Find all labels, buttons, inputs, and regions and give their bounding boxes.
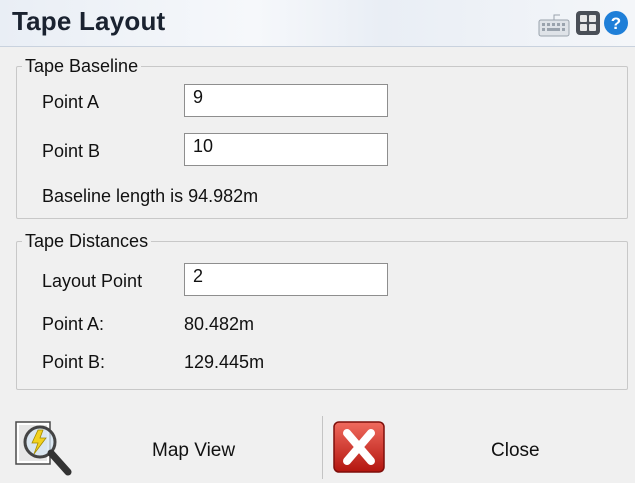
close-icon bbox=[332, 418, 386, 474]
point-a-input[interactable]: 9 bbox=[184, 84, 388, 117]
title-bar: Tape Layout ? bbox=[0, 0, 635, 47]
point-a-label: Point A bbox=[42, 92, 100, 112]
tape-baseline-label: Tape Baseline bbox=[22, 56, 142, 77]
distance-point-b-label: Point B: bbox=[42, 352, 106, 372]
layout-point-label: Layout Point bbox=[42, 271, 143, 291]
close-button[interactable]: Close bbox=[324, 410, 635, 479]
map-view-icon bbox=[14, 416, 74, 478]
distance-point-b-value: 129.445m bbox=[184, 352, 265, 372]
svg-text:?: ? bbox=[611, 14, 621, 33]
layout-point-input[interactable]: 2 bbox=[184, 263, 388, 296]
distance-point-a-value: 80.482m bbox=[184, 314, 255, 334]
map-view-label: Map View bbox=[152, 440, 236, 461]
footer-divider bbox=[322, 416, 323, 479]
tape-distances-label: Tape Distances bbox=[22, 231, 152, 252]
window-title: Tape Layout bbox=[12, 6, 166, 36]
distance-point-a-label: Point A: bbox=[42, 314, 105, 334]
point-b-input[interactable]: 10 bbox=[184, 133, 388, 166]
point-b-label: Point B bbox=[42, 141, 101, 161]
grid-icon[interactable] bbox=[575, 10, 601, 36]
close-label: Close bbox=[491, 440, 540, 461]
help-icon[interactable]: ? bbox=[603, 10, 629, 36]
map-view-button[interactable]: Map View bbox=[0, 410, 320, 479]
baseline-length-text: Baseline length is 94.982m bbox=[42, 186, 259, 206]
keyboard-icon[interactable] bbox=[538, 12, 570, 38]
